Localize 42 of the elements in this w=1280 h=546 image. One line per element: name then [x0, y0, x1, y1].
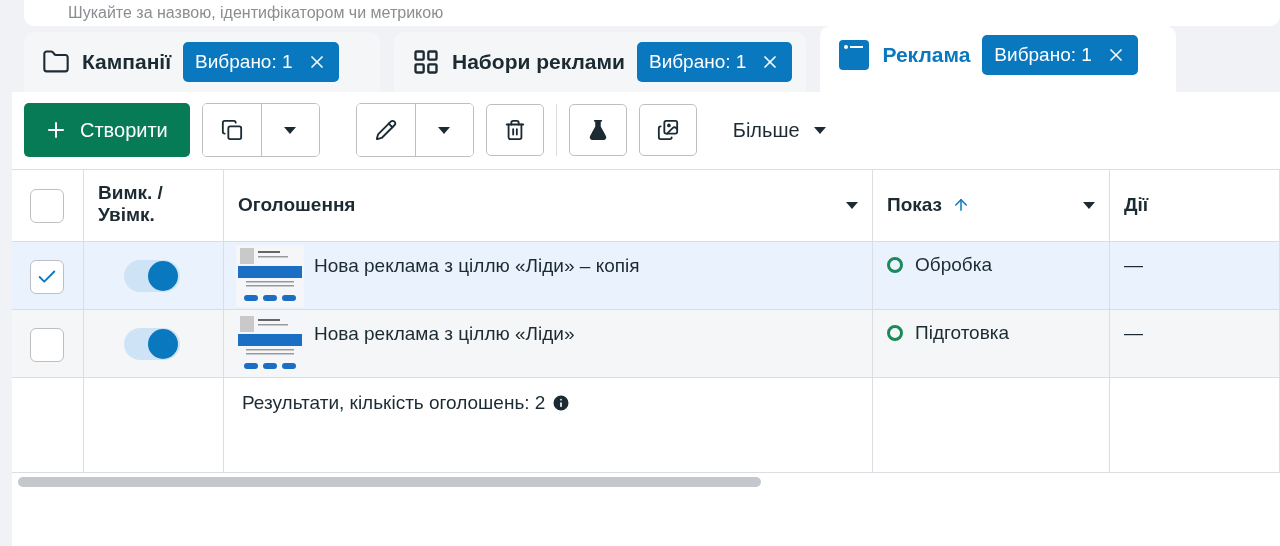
tab-label: Кампанії	[82, 50, 172, 74]
ad-name[interactable]: Нова реклама з ціллю «Ліди» – копія	[314, 255, 640, 277]
tab[interactable]: Набори реклами Вибрано: 1	[394, 32, 807, 92]
tab-label: Набори реклами	[452, 50, 625, 74]
grid-icon	[412, 48, 440, 76]
more-button[interactable]: Більше	[708, 118, 850, 142]
caret-icon[interactable]	[846, 202, 858, 209]
delete-button[interactable]	[485, 104, 544, 156]
ad-icon	[838, 39, 871, 71]
ad-preview-thumbnail	[236, 245, 304, 307]
copy-icon	[220, 119, 243, 141]
empty-value: —	[1124, 254, 1143, 276]
media-button[interactable]	[638, 104, 697, 156]
column-header-cell: Вимк. / Увімк.	[84, 170, 224, 242]
trash-icon	[503, 119, 526, 141]
images-icon	[656, 119, 679, 141]
selection-badge[interactable]: Вибрано: 1	[636, 42, 793, 82]
column-header-cell[interactable]: Оголошення	[224, 170, 873, 242]
empty-value: —	[1124, 322, 1143, 344]
column-header-cell[interactable]: Показ	[873, 170, 1110, 242]
test-button[interactable]	[568, 104, 627, 156]
results-count: Результати, кількість оголошень: 2	[242, 392, 546, 414]
info-icon[interactable]	[551, 393, 572, 413]
status-text: Обробка	[915, 254, 992, 276]
checkbox[interactable]	[30, 328, 64, 362]
ad-name[interactable]: Нова реклама з ціллю «Ліди»	[314, 323, 575, 345]
search-placeholder: Шукайте за назвою, ідентифікатором чи метрикою	[68, 4, 444, 22]
checkbox[interactable]	[30, 188, 64, 223]
horizontal-scrollbar[interactable]	[18, 477, 761, 487]
column-header-cell: Дії	[1110, 170, 1280, 242]
create-button[interactable]: Створити	[24, 103, 190, 157]
tab-label: Реклама	[882, 43, 971, 67]
tab[interactable]: Кампанії Вибрано: 1	[24, 32, 380, 92]
selection-badge[interactable]: Вибрано: 1	[183, 42, 339, 82]
selection-badge[interactable]: Вибрано: 1	[982, 35, 1138, 75]
caret-icon[interactable]	[1083, 202, 1095, 209]
status-text: Підготовка	[915, 322, 1010, 344]
checkbox[interactable]	[30, 260, 64, 294]
toggle-switch[interactable]	[124, 260, 180, 292]
toggle-switch[interactable]	[124, 328, 180, 360]
pencil-icon	[374, 119, 397, 141]
tab[interactable]: Реклама Вибрано: 1	[820, 26, 1177, 92]
